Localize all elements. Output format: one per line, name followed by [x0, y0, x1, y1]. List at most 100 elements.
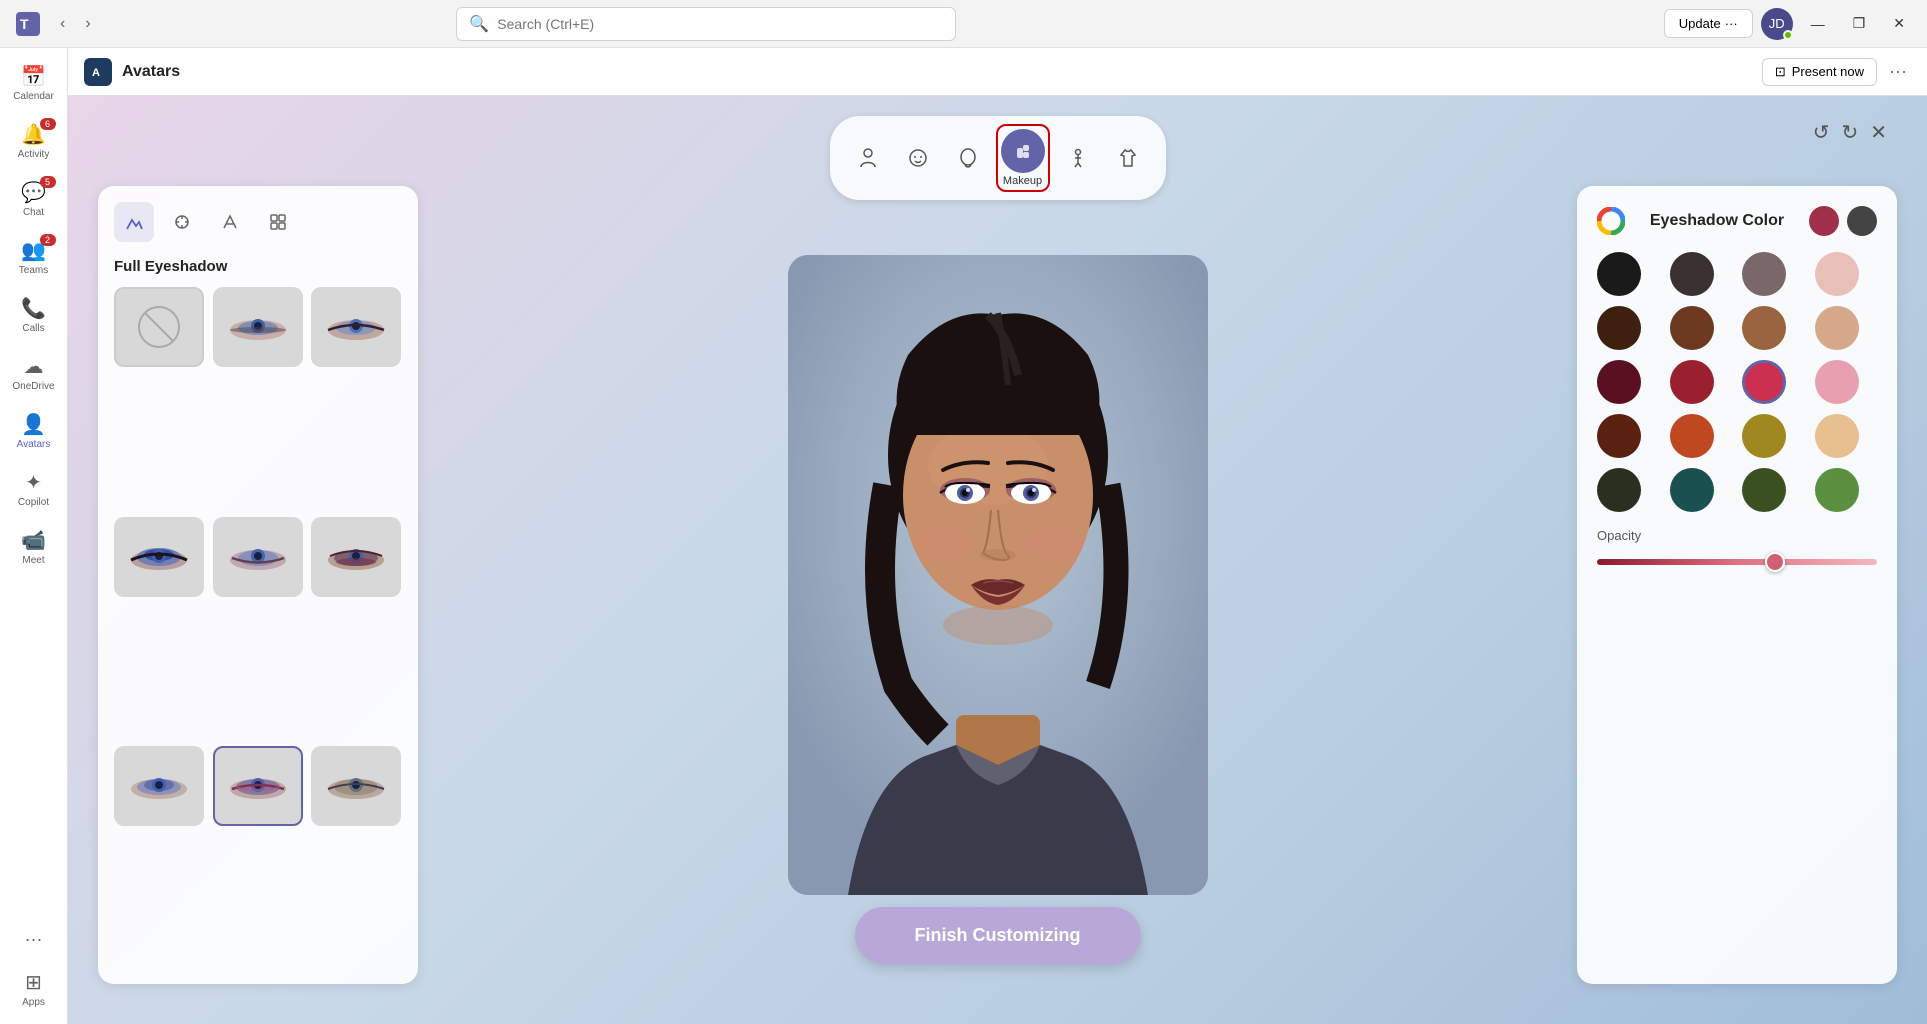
color-dot-13[interactable] [1670, 414, 1714, 458]
panel-tab-4[interactable] [258, 202, 298, 242]
teams-logo: T [12, 8, 44, 40]
close-button[interactable]: ✕ [1883, 11, 1915, 36]
sidebar-item-label: Calendar [13, 91, 54, 102]
sidebar-item-activity[interactable]: 🔔 6 Activity [6, 114, 62, 168]
left-panel: Full Eyeshadow [98, 186, 418, 984]
sidebar-item-label: Apps [22, 997, 45, 1008]
sidebar-more-button[interactable]: ··· [17, 921, 51, 958]
redo-button[interactable]: ↻ [1841, 120, 1858, 145]
update-label: Update [1679, 16, 1721, 31]
present-icon: ⊡ [1775, 64, 1786, 80]
color-dot-0[interactable] [1597, 252, 1641, 296]
sidebar-item-label: OneDrive [12, 381, 54, 392]
color-dot-8[interactable] [1597, 360, 1641, 404]
panel-tab-1[interactable] [114, 202, 154, 242]
eyeshadow-item-4[interactable] [213, 517, 303, 597]
finish-customizing-button[interactable]: Finish Customizing [855, 907, 1141, 964]
color-dot-3[interactable] [1815, 252, 1859, 296]
eyeshadow-item-1[interactable] [213, 287, 303, 367]
sidebar-item-apps[interactable]: ⊞ Apps [6, 962, 62, 1016]
sidebar: 📅 Calendar 🔔 6 Activity 💬 5 Chat 👥 2 Tea… [0, 48, 68, 1024]
nav-forward-button[interactable]: › [77, 11, 98, 37]
main-content: A Avatars ⊡ Present now ··· [68, 48, 1927, 1024]
app-title: Avatars [122, 63, 180, 81]
copilot-icon: ✦ [25, 470, 42, 495]
chat-badge: 5 [40, 176, 56, 188]
user-avatar[interactable]: JD [1761, 8, 1793, 40]
search-input[interactable] [497, 16, 943, 32]
sidebar-item-label: Avatars [17, 439, 51, 450]
color-panel-header: Eyeshadow Color [1597, 206, 1877, 236]
color-slider[interactable] [1597, 559, 1877, 565]
titlebar-right: Update ··· JD — ❐ ✕ [1664, 8, 1915, 40]
sidebar-item-label: Teams [19, 265, 48, 276]
svg-text:A: A [92, 67, 100, 79]
color-dot-6[interactable] [1742, 306, 1786, 350]
more-options-button[interactable]: ··· [1885, 57, 1911, 86]
app-layout: 📅 Calendar 🔔 6 Activity 💬 5 Chat 👥 2 Tea… [0, 48, 1927, 1024]
sidebar-item-teams[interactable]: 👥 2 Teams [6, 230, 62, 284]
color-dot-11[interactable] [1815, 360, 1859, 404]
color-dot-12[interactable] [1597, 414, 1641, 458]
app-header-right: ⊡ Present now ··· [1762, 57, 1911, 86]
color-dot-1[interactable] [1670, 252, 1714, 296]
panel-section-title: Full Eyeshadow [114, 258, 402, 275]
eyeshadow-item-6[interactable] [114, 746, 204, 826]
panel-tab-2[interactable] [162, 202, 202, 242]
close-customizer-button[interactable]: ✕ [1870, 120, 1887, 145]
color-dot-15[interactable] [1815, 414, 1859, 458]
sidebar-item-avatars[interactable]: 👤 Avatars [6, 404, 62, 458]
color-grid [1597, 252, 1877, 512]
sidebar-item-copilot[interactable]: ✦ Copilot [6, 462, 62, 516]
color-slider-container [1597, 559, 1877, 565]
sidebar-item-meet[interactable]: 📹 Meet [6, 520, 62, 574]
eyeshadow-item-3[interactable] [114, 517, 204, 597]
selected-color-2[interactable] [1847, 206, 1877, 236]
selected-color-1[interactable] [1809, 206, 1839, 236]
eyeshadow-item-none[interactable] [114, 287, 204, 367]
update-button[interactable]: Update ··· [1664, 9, 1753, 38]
online-status [1783, 30, 1793, 40]
sidebar-item-chat[interactable]: 💬 5 Chat [6, 172, 62, 226]
sidebar-item-calls[interactable]: 📞 Calls [6, 288, 62, 342]
eyeshadow-item-7[interactable] [213, 746, 303, 826]
color-dot-4[interactable] [1597, 306, 1641, 350]
nav-back-button[interactable]: ‹ [52, 11, 73, 37]
panel-tab-3[interactable] [210, 202, 250, 242]
color-dot-9[interactable] [1670, 360, 1714, 404]
sidebar-item-calendar[interactable]: 📅 Calendar [6, 56, 62, 110]
color-dot-16[interactable] [1597, 468, 1641, 512]
app-icon: A [84, 58, 112, 86]
top-right-controls: ↺ ↻ ✕ [1813, 120, 1887, 145]
meet-icon: 📹 [21, 528, 46, 553]
color-dot-5[interactable] [1670, 306, 1714, 350]
present-now-button[interactable]: ⊡ Present now [1762, 58, 1877, 86]
color-dot-19[interactable] [1815, 468, 1859, 512]
calls-icon: 📞 [21, 296, 46, 321]
maximize-button[interactable]: ❐ [1843, 11, 1876, 36]
sidebar-item-label: Chat [23, 207, 44, 218]
google-color-icon [1597, 207, 1625, 235]
color-dot-7[interactable] [1815, 306, 1859, 350]
color-dot-2[interactable] [1742, 252, 1786, 296]
sidebar-item-onedrive[interactable]: ☁ OneDrive [6, 346, 62, 400]
color-dot-18[interactable] [1742, 468, 1786, 512]
onedrive-icon: ☁ [24, 354, 44, 379]
customizer-area: Makeup [68, 96, 1927, 1024]
apps-icon: ⊞ [25, 970, 42, 995]
panel-tabs [114, 202, 402, 242]
selected-colors [1809, 206, 1877, 236]
search-bar: 🔍 [456, 7, 956, 41]
slider-thumb[interactable] [1765, 552, 1785, 572]
color-dot-10[interactable] [1742, 360, 1786, 404]
eyeshadow-item-8[interactable] [311, 746, 401, 826]
minimize-button[interactable]: — [1801, 12, 1835, 36]
color-dot-14[interactable] [1742, 414, 1786, 458]
sidebar-item-label: Calls [22, 323, 44, 334]
search-icon: 🔍 [469, 14, 489, 34]
sidebar-item-label: Activity [18, 149, 50, 160]
undo-button[interactable]: ↺ [1813, 120, 1830, 145]
eyeshadow-item-2[interactable] [311, 287, 401, 367]
eyeshadow-item-5[interactable] [311, 517, 401, 597]
color-dot-17[interactable] [1670, 468, 1714, 512]
